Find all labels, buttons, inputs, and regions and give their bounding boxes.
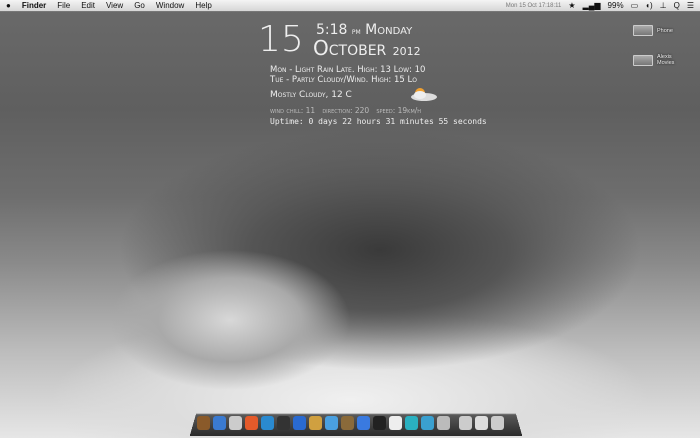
desktop-icon-label: Alexis Movies <box>657 54 675 66</box>
dock-messages-icon[interactable] <box>325 416 338 430</box>
dock-at-icon[interactable] <box>421 416 434 430</box>
desktop-icon-label: Phone <box>657 27 673 34</box>
dock-feather-icon[interactable] <box>213 416 226 430</box>
dock-camera-icon[interactable] <box>277 416 290 430</box>
forecast-2: Tue - Partly Cloudy/Wind. High: 15 Lo <box>270 75 417 85</box>
desktop-icon-phone[interactable]: Phone <box>633 25 673 36</box>
dock-appstore-icon[interactable] <box>357 416 370 430</box>
dock-cup-icon[interactable] <box>389 416 402 430</box>
battery-icon[interactable]: ▭ <box>631 1 639 10</box>
partly-cloudy-icon <box>411 88 437 101</box>
wind-direction: direction: 220 <box>322 106 370 115</box>
dock-icons <box>197 416 504 430</box>
menu-edit[interactable]: Edit <box>81 1 95 10</box>
wifi-icon[interactable]: ▂▄▆ <box>583 1 601 10</box>
dock-globe-icon[interactable] <box>293 416 306 430</box>
drive-icon <box>633 54 653 66</box>
dock-safari-icon[interactable] <box>229 416 242 430</box>
month: October <box>313 36 387 60</box>
dock-apple-icon[interactable] <box>245 416 258 430</box>
volume-icon[interactable]: ◖) <box>645 1 653 10</box>
dock-star-icon[interactable] <box>341 416 354 430</box>
dock-radiation-icon[interactable] <box>405 416 418 430</box>
year: 2012 <box>392 45 421 58</box>
menu-window[interactable]: Window <box>156 1 184 10</box>
dock-downloads-icon[interactable] <box>475 416 488 430</box>
menu-view[interactable]: View <box>106 1 123 10</box>
dock-itunes-icon[interactable] <box>261 416 274 430</box>
wind-chill: wind chill: 11 <box>270 106 316 115</box>
forecast-1: Mon - Light Rain Late. High: 13 Low: 10 <box>270 65 426 75</box>
dock-trash-icon[interactable] <box>491 416 504 430</box>
battery-percent[interactable]: 99% <box>608 1 624 10</box>
current-conditions: Mostly Cloudy, 12 C <box>270 90 352 100</box>
menu-help[interactable]: Help <box>195 1 211 10</box>
menu-go[interactable]: Go <box>134 1 145 10</box>
month-year: October 2012 <box>313 36 421 60</box>
dock-hat-icon[interactable] <box>373 416 386 430</box>
list-icon[interactable]: ☰ <box>687 1 694 10</box>
drive-icon <box>633 25 653 36</box>
wind-speed: speed: 19km/h <box>376 106 422 115</box>
uptime: Uptime: 0 days 22 hours 31 minutes 55 se… <box>270 117 487 126</box>
dock-books-icon[interactable] <box>197 416 210 430</box>
menu-bar: ● Finder File Edit View Go Window Help M… <box>0 0 700 12</box>
user-icon[interactable]: ⊥ <box>660 1 667 10</box>
star-icon[interactable]: ★ <box>568 1 575 10</box>
menu-finder[interactable]: Finder <box>22 1 46 10</box>
wind-info: wind chill: 11 direction: 220 speed: 19k… <box>270 106 421 115</box>
menu-clock[interactable]: Mon 15 Oct 17:18:11 <box>506 3 562 9</box>
spotlight-icon[interactable]: Q <box>674 1 680 10</box>
dock-trash-can-icon[interactable] <box>437 416 450 430</box>
date-day: 15 <box>258 19 304 60</box>
desktop-icon-alexis-movies[interactable]: Alexis Movies <box>633 54 693 66</box>
apple-menu-icon[interactable]: ● <box>6 1 11 10</box>
dock-photo-icon[interactable] <box>309 416 322 430</box>
menu-file[interactable]: File <box>57 1 70 10</box>
dock-documents-icon[interactable] <box>459 416 472 430</box>
